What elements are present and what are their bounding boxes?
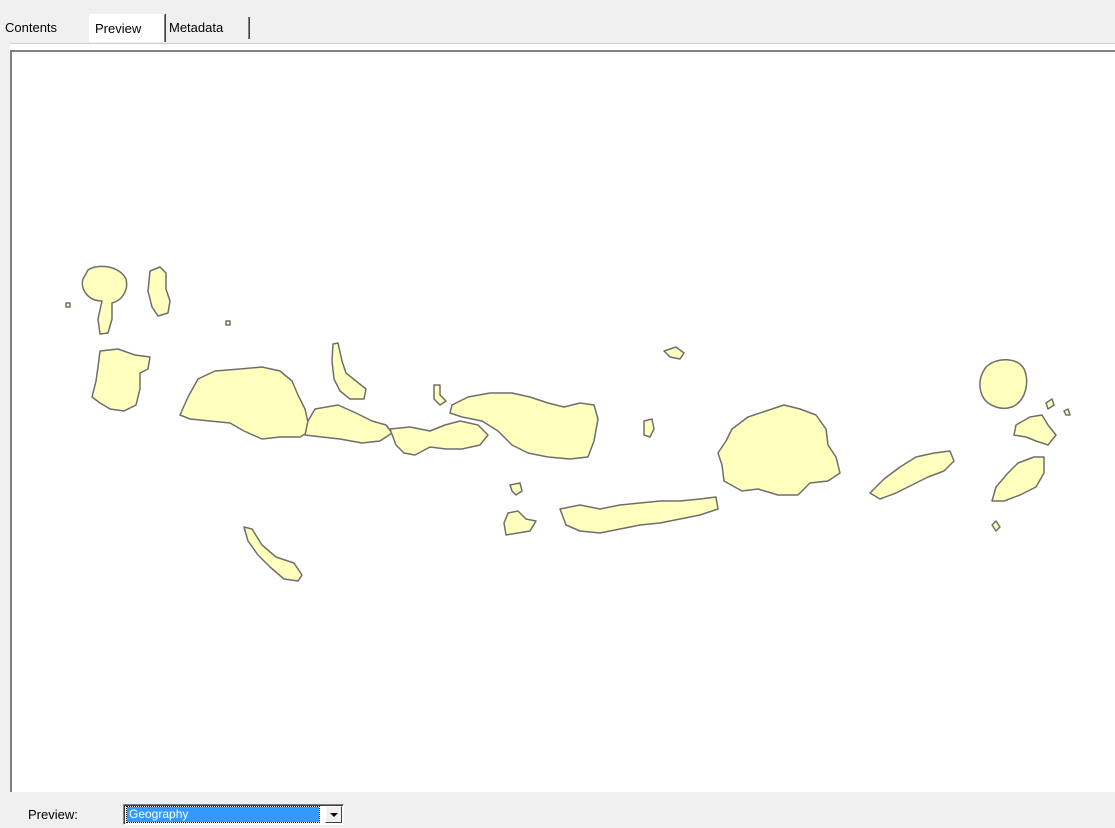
island-shape [147,266,171,317]
island-shape [503,510,537,536]
catalog-window: Contents Preview Metadata Preview: Geogr… [0,0,1115,828]
island-shape [1063,408,1071,416]
island-shape [991,520,1001,532]
preview-type-dropdown[interactable]: Geography [123,804,344,825]
island-shape [717,404,841,496]
preview-type-value: Geography [126,806,320,823]
island-shape [509,482,523,496]
preview-bar: Preview: Geography [0,792,1115,828]
island-shape [225,320,231,326]
island-shape [433,384,447,406]
chevron-down-icon [330,813,338,817]
island-shape [643,418,655,438]
island-shape [81,265,128,335]
tab-metadata[interactable]: Metadata [164,17,249,39]
island-shape [65,302,71,308]
island-shape [243,526,303,582]
preview-label: Preview: [28,807,78,822]
tab-strip: Contents Preview Metadata [0,0,1115,44]
island-shape [1045,398,1055,410]
dropdown-button[interactable] [325,806,342,823]
island-shape [389,420,489,456]
island-shape [304,404,393,444]
island-shape [331,342,367,400]
tab-preview[interactable]: Preview [89,14,165,42]
island-shape [663,346,685,360]
tab-contents[interactable]: Contents [0,17,90,39]
map-preview[interactable] [10,50,1115,792]
island-shape [991,456,1045,502]
preview-panel [10,43,1115,792]
island-shape [91,348,151,412]
island-shape [559,496,719,534]
map-canvas[interactable] [12,52,1115,792]
island-shape [1013,414,1057,446]
island-shape [869,450,955,500]
island-shape [979,359,1028,409]
island-shape [179,366,311,440]
